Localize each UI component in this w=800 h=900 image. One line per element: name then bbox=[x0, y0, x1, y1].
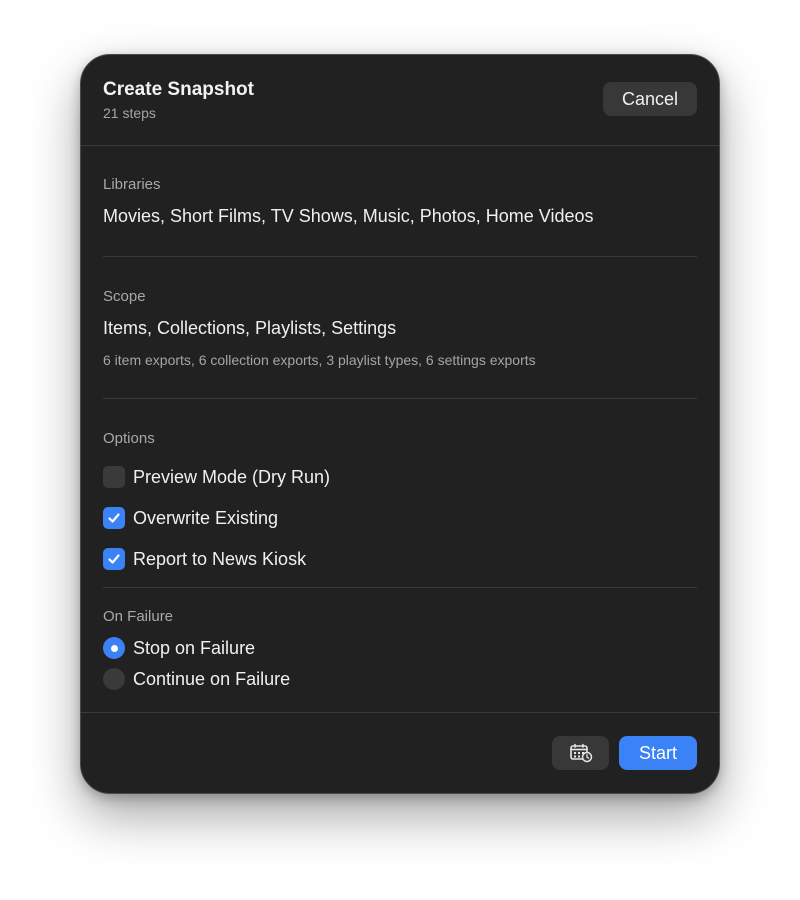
option-overwrite-existing[interactable]: Overwrite Existing bbox=[103, 507, 278, 529]
libraries-value: Movies, Short Films, TV Shows, Music, Ph… bbox=[103, 206, 594, 226]
checkmark-icon bbox=[108, 513, 120, 523]
scope-detail: 6 item exports, 6 collection exports, 3 … bbox=[103, 352, 536, 368]
continue-on-failure-radio[interactable] bbox=[103, 668, 125, 690]
calendar-clock-icon bbox=[569, 743, 592, 763]
overwrite-existing-checkbox[interactable] bbox=[103, 507, 125, 529]
overwrite-existing-label: Overwrite Existing bbox=[133, 507, 279, 528]
stop-on-failure-radio[interactable] bbox=[103, 637, 125, 659]
continue-on-failure-label: Continue on Failure bbox=[133, 668, 291, 689]
create-snapshot-dialog: Create Snapshot 21 steps Cancel Librarie… bbox=[80, 54, 720, 794]
option-report-news-kiosk[interactable]: Report to News Kiosk bbox=[103, 548, 306, 570]
libraries-label: Libraries bbox=[103, 176, 161, 193]
preview-mode-checkbox[interactable] bbox=[103, 466, 125, 488]
cancel-button[interactable]: Cancel bbox=[603, 82, 697, 116]
choice-continue-on-failure[interactable]: Continue on Failure bbox=[103, 668, 290, 690]
checkmark-icon bbox=[108, 554, 120, 564]
schedule-button[interactable] bbox=[552, 736, 609, 770]
on-failure-label: On Failure bbox=[103, 608, 174, 625]
preview-mode-label: Preview Mode (Dry Run) bbox=[133, 466, 331, 487]
report-news-kiosk-label: Report to News Kiosk bbox=[133, 548, 307, 569]
radio-dot bbox=[110, 644, 118, 652]
step-count: 21 steps bbox=[103, 105, 156, 121]
options-section: Options Preview Mode (Dry Run) Overwrite… bbox=[103, 399, 697, 588]
choice-stop-on-failure[interactable]: Stop on Failure bbox=[103, 637, 255, 659]
stop-on-failure-label: Stop on Failure bbox=[133, 637, 256, 658]
scope-label: Scope bbox=[103, 288, 146, 305]
options-label: Options bbox=[103, 430, 155, 447]
scope-value: Items, Collections, Playlists, Settings bbox=[103, 318, 397, 338]
dialog-title: Create Snapshot bbox=[103, 79, 254, 100]
report-news-kiosk-checkbox[interactable] bbox=[103, 548, 125, 570]
libraries-section: Libraries Movies, Short Films, TV Shows,… bbox=[103, 145, 697, 257]
start-button[interactable]: Start bbox=[619, 736, 697, 770]
on-failure-section: On Failure Stop on Failure Continue on F… bbox=[103, 588, 697, 714]
option-preview-mode[interactable]: Preview Mode (Dry Run) bbox=[103, 466, 330, 488]
dialog-header: Create Snapshot 21 steps Cancel bbox=[81, 55, 719, 146]
dialog-footer: Start bbox=[81, 712, 719, 793]
scope-section: Scope Items, Collections, Playlists, Set… bbox=[103, 257, 697, 399]
